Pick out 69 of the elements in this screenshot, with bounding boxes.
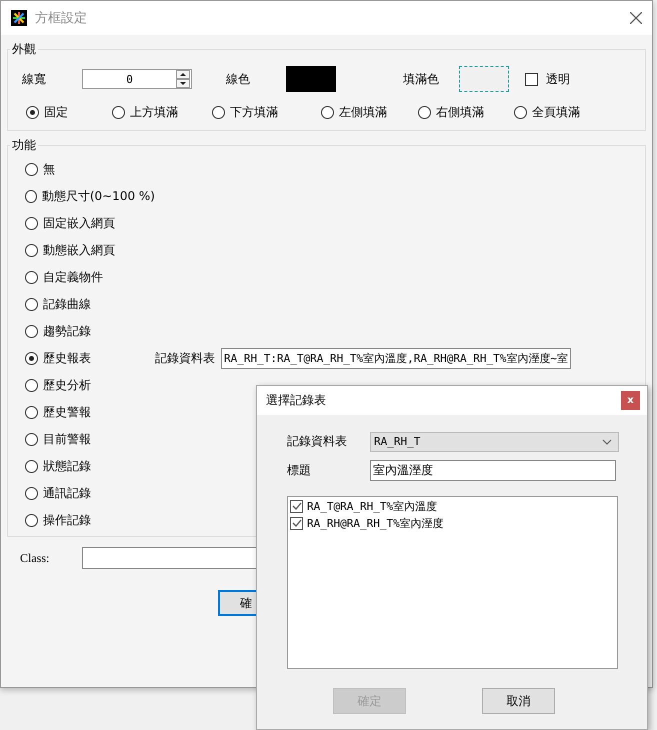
radio-label: 無: [43, 161, 55, 178]
record-item-label[interactable]: RA_RH@RA_RH_T%室內溼度: [307, 516, 444, 531]
radio-button[interactable]: [25, 271, 38, 284]
radio-button[interactable]: [514, 106, 527, 119]
radio-label: 固定: [44, 104, 68, 121]
radio-label: 趨勢記錄: [43, 323, 91, 340]
close-icon[interactable]: [630, 12, 642, 24]
radio-button[interactable]: [112, 106, 125, 119]
radio-label: 固定嵌入網頁: [43, 215, 115, 232]
radio-button[interactable]: [25, 190, 37, 203]
radio-label: 歷史報表: [43, 350, 91, 367]
field-label: 線色: [226, 70, 251, 88]
close-button[interactable]: x: [621, 391, 640, 410]
fill-color-swatch[interactable]: [459, 66, 509, 92]
radio-label: 歷史警報: [43, 404, 91, 421]
field-label: 記錄資料表: [155, 350, 215, 367]
line-width-spinner[interactable]: 0: [82, 69, 192, 89]
radio-button[interactable]: [25, 406, 38, 419]
table-dropdown[interactable]: RA_RH_T: [370, 432, 619, 452]
radio-button[interactable]: [25, 217, 38, 230]
field-label: Class:: [20, 550, 50, 566]
checkbox[interactable]: [290, 517, 303, 530]
radio-button[interactable]: [25, 514, 38, 527]
field-label: 線寬: [22, 70, 47, 88]
spinner-arrows-icon[interactable]: [176, 70, 190, 88]
group-title: 功能: [11, 137, 37, 154]
record-item-label[interactable]: RA_T@RA_RH_T%室內溫度: [307, 499, 438, 514]
app-icon: [11, 10, 27, 26]
chevron-down-icon: [602, 438, 612, 444]
radio-label: 動態嵌入網頁: [43, 242, 115, 259]
checkbox[interactable]: [290, 500, 303, 513]
radio-button[interactable]: [25, 379, 38, 392]
radio-label: 操作記錄: [43, 512, 91, 529]
field-label: 標題: [287, 462, 312, 479]
radio-button[interactable]: [25, 298, 38, 311]
checkbox-label: 透明: [546, 70, 570, 88]
radio-label: 歷史分析: [43, 377, 91, 394]
radio-button[interactable]: [212, 106, 225, 119]
radio-label: 全頁填滿: [532, 104, 580, 121]
title-field[interactable]: 室內溫溼度: [370, 460, 616, 481]
window-title: 方框設定: [35, 10, 88, 27]
field-label: 記錄資料表: [287, 433, 348, 450]
radio-button[interactable]: [25, 163, 38, 176]
radio-label: 目前警報: [43, 431, 91, 448]
radio-button[interactable]: [25, 487, 38, 500]
dialog-title: 選擇記錄表: [266, 392, 327, 409]
radio-label: 狀態記錄: [43, 458, 91, 475]
radio-button[interactable]: [321, 106, 334, 119]
radio-label: 記錄曲線: [43, 296, 91, 313]
radio-label: 自定義物件: [43, 269, 103, 286]
radio-button[interactable]: [26, 106, 39, 119]
radio-label: 動態尺寸(0~100 %): [42, 188, 155, 205]
radio-label: 通訊記錄: [43, 485, 91, 502]
record-table-field[interactable]: RA_RH_T:RA_T@RA_RH_T%室內溫度,RA_RH@RA_RH_T%室內溼度~室: [221, 348, 572, 369]
radio-button[interactable]: [418, 106, 431, 119]
radio-label: 右側填滿: [436, 104, 484, 121]
radio-button[interactable]: [25, 325, 38, 338]
line-color-swatch[interactable]: [286, 66, 336, 92]
radio-button[interactable]: [25, 433, 38, 446]
field-label: 填滿色: [403, 70, 440, 88]
radio-label: 上方填滿: [130, 104, 178, 121]
cancel-button[interactable]: 取消: [482, 688, 555, 714]
group-title: 外觀: [11, 41, 37, 58]
radio-label: 左側填滿: [339, 104, 387, 121]
radio-button[interactable]: [25, 460, 38, 473]
radio-button[interactable]: [25, 352, 38, 365]
transparent-checkbox[interactable]: [525, 72, 538, 86]
radio-label: 下方填滿: [230, 104, 278, 121]
radio-button[interactable]: [25, 244, 38, 257]
